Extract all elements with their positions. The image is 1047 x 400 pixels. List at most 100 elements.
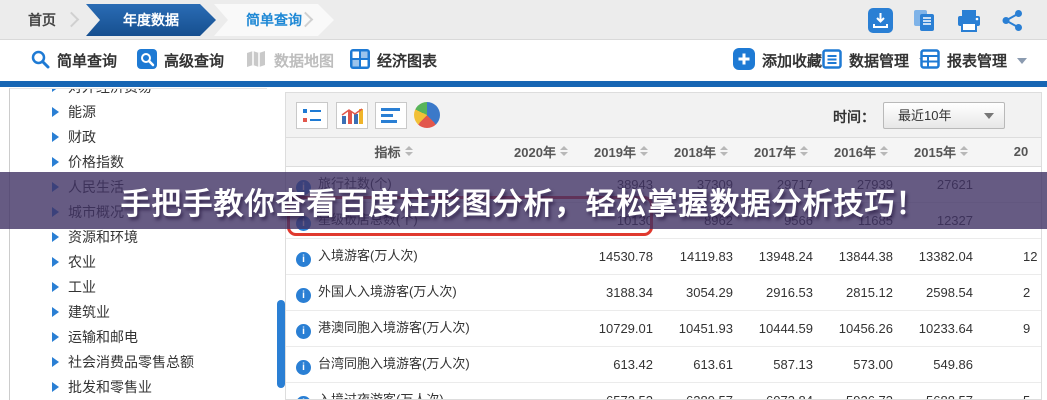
copy-icon[interactable] [912, 8, 938, 33]
bar-chart-icon[interactable] [375, 102, 407, 129]
indicator-label: 港澳同胞入境游客(万人次) [318, 320, 470, 335]
data-map-label: 数据地图 [274, 50, 334, 71]
info-icon[interactable]: i [296, 360, 311, 375]
query-toolbar: 简单查询 高级查询 数据地图 经济图表 添加收藏 数据管理 报表管理 [0, 40, 1047, 81]
table-row: i台湾同胞入境游客(万人次) 613.42 613.61 587.13 573.… [286, 346, 1042, 382]
indicator-label: 入境游客(万人次) [318, 248, 418, 263]
download-icon[interactable] [868, 8, 894, 33]
simple-query-label: 简单查询 [57, 50, 117, 71]
economic-chart-button[interactable]: 经济图表 [350, 40, 437, 81]
promo-banner-text: 手把手教你查看百度柱形图分析，轻松掌握数据分析技巧！ [121, 179, 927, 223]
info-icon[interactable]: i [296, 324, 311, 339]
view-toolbar: 时间： 最近10年 [286, 93, 1041, 138]
year-column-header[interactable]: 2018年 [661, 138, 741, 166]
data-map-button[interactable]: 数据地图 [245, 40, 334, 81]
sidebar-item-label: 价格指数 [68, 154, 124, 170]
breadcrumb-home[interactable]: 首页 [28, 0, 56, 40]
info-icon[interactable]: i [296, 396, 311, 400]
breadcrumb-simple-query[interactable]: 简单查询 [214, 4, 334, 36]
sidebar-item-foreign-trade[interactable]: 对外经济贸易 [10, 88, 267, 100]
table-row: i外国人入境游客(万人次) 3188.34 3054.29 2916.53 28… [286, 274, 1042, 310]
info-icon[interactable]: i [296, 288, 311, 303]
breadcrumb-annual-data[interactable]: 年度数据 [86, 4, 216, 36]
year-column-header-clipped[interactable]: 20 [981, 138, 1042, 166]
arrow-right-icon [52, 282, 59, 292]
sidebar-item-label: 能源 [68, 104, 96, 120]
add-favorite-label: 添加收藏 [762, 50, 822, 71]
sort-icon [640, 146, 648, 156]
column-chart-icon[interactable] [336, 102, 368, 129]
info-icon[interactable]: i [296, 252, 311, 267]
sort-icon [720, 146, 728, 156]
sidebar-item-construction[interactable]: 建筑业 [10, 300, 267, 325]
chevron-separator-icon [64, 12, 80, 28]
data-map-icon [245, 49, 267, 73]
sidebar-item-wholesale-retail[interactable]: 批发和零售业 [10, 375, 267, 400]
sidebar-item-label: 建筑业 [68, 304, 110, 320]
share-icon[interactable] [1000, 8, 1026, 33]
sidebar-scrollbar-thumb[interactable] [277, 300, 285, 388]
arrow-right-icon [52, 382, 59, 392]
breadcrumb: 首页 年度数据 简单查询 [0, 0, 1047, 40]
pie-chart-icon[interactable] [414, 102, 440, 128]
time-filter-label: 时间： [833, 107, 875, 127]
sidebar-item-label: 财政 [68, 129, 96, 145]
time-range-value: 最近10年 [898, 108, 951, 123]
chevron-down-icon [984, 113, 994, 119]
arrow-right-icon [52, 107, 59, 117]
promo-banner-overlay: 手把手教你查看百度柱形图分析，轻松掌握数据分析技巧！ [0, 172, 1047, 229]
report-manage-label: 报表管理 [947, 50, 1007, 71]
table-row: i港澳同胞入境游客(万人次) 10729.01 10451.93 10444.5… [286, 310, 1042, 346]
arrow-right-icon [52, 307, 59, 317]
data-manage-button[interactable]: 数据管理 [822, 40, 929, 81]
sidebar-item-transport-post[interactable]: 运输和邮电 [10, 325, 267, 350]
sidebar-item-retail-total[interactable]: 社会消费品零售总额 [10, 350, 267, 375]
add-favorite-button[interactable]: 添加收藏 [733, 40, 822, 81]
indicator-label: 台湾同胞入境游客(万人次) [318, 356, 470, 371]
add-favorite-icon [733, 48, 755, 74]
arrow-right-icon [52, 157, 59, 167]
time-range-dropdown[interactable]: 最近10年 [883, 102, 1005, 129]
year-column-header[interactable]: 2019年 [581, 138, 661, 166]
year-column-header[interactable]: 2015年 [901, 138, 981, 166]
sidebar-item-finance[interactable]: 财政 [10, 125, 267, 150]
simple-query-button[interactable]: 简单查询 [30, 40, 117, 81]
list-view-icon[interactable] [296, 102, 328, 129]
blue-divider [0, 81, 1047, 87]
sidebar-item-industry[interactable]: 工业 [10, 275, 267, 300]
indicator-column-header[interactable]: 指标 [286, 138, 501, 166]
sort-icon [880, 146, 888, 156]
arrow-right-icon [52, 88, 59, 92]
economic-chart-label: 经济图表 [377, 50, 437, 71]
nbs-data-query-app: 首页 年度数据 简单查询 简单查询 高级查询 数据地图 [0, 0, 1047, 400]
sidebar-item-label: 批发和零售业 [68, 379, 152, 395]
advanced-query-button[interactable]: 高级查询 [137, 40, 224, 81]
indicator-label: 外国人入境游客(万人次) [318, 284, 457, 299]
sort-icon [960, 146, 968, 156]
data-manage-label: 数据管理 [849, 50, 909, 71]
sidebar-item-label: 工业 [68, 279, 96, 295]
category-list: 对外经济贸易 能源 财政 价格指数 人民生活 城市概况 资源和环境 农业 工业 … [10, 88, 267, 400]
sort-icon [560, 146, 568, 156]
table-header-row: 指标 2020年 2019年 2018年 2017年 2016年 2015年 2… [286, 138, 1042, 166]
category-sidebar: 对外经济贸易 能源 财政 价格指数 人民生活 城市概况 资源和环境 农业 工业 … [9, 88, 267, 400]
arrow-right-icon [52, 332, 59, 342]
search-icon [30, 49, 50, 73]
sidebar-item-label: 对外经济贸易 [68, 88, 152, 95]
sidebar-item-energy[interactable]: 能源 [10, 100, 267, 125]
sidebar-item-agriculture[interactable]: 农业 [10, 250, 267, 275]
advanced-search-icon [137, 49, 157, 73]
arrow-right-icon [52, 232, 59, 242]
chevron-down-icon [1017, 58, 1027, 64]
report-manage-button[interactable]: 报表管理 [920, 40, 1027, 81]
indicator-label: 入境过夜游客(万人次) [318, 392, 444, 400]
sort-icon [405, 146, 413, 156]
year-column-header[interactable]: 2017年 [741, 138, 821, 166]
table-row: i入境过夜游客(万人次) 6572.52 6289.57 6073.84 592… [286, 382, 1042, 400]
year-column-header[interactable]: 2020年 [501, 138, 581, 166]
print-icon[interactable] [956, 8, 982, 33]
economic-chart-icon [350, 49, 370, 73]
sidebar-item-label: 资源和环境 [68, 229, 138, 245]
year-column-header[interactable]: 2016年 [821, 138, 901, 166]
data-table-card: 时间： 最近10年 指标 2020年 2019年 2018年 2017年 201… [285, 92, 1042, 400]
